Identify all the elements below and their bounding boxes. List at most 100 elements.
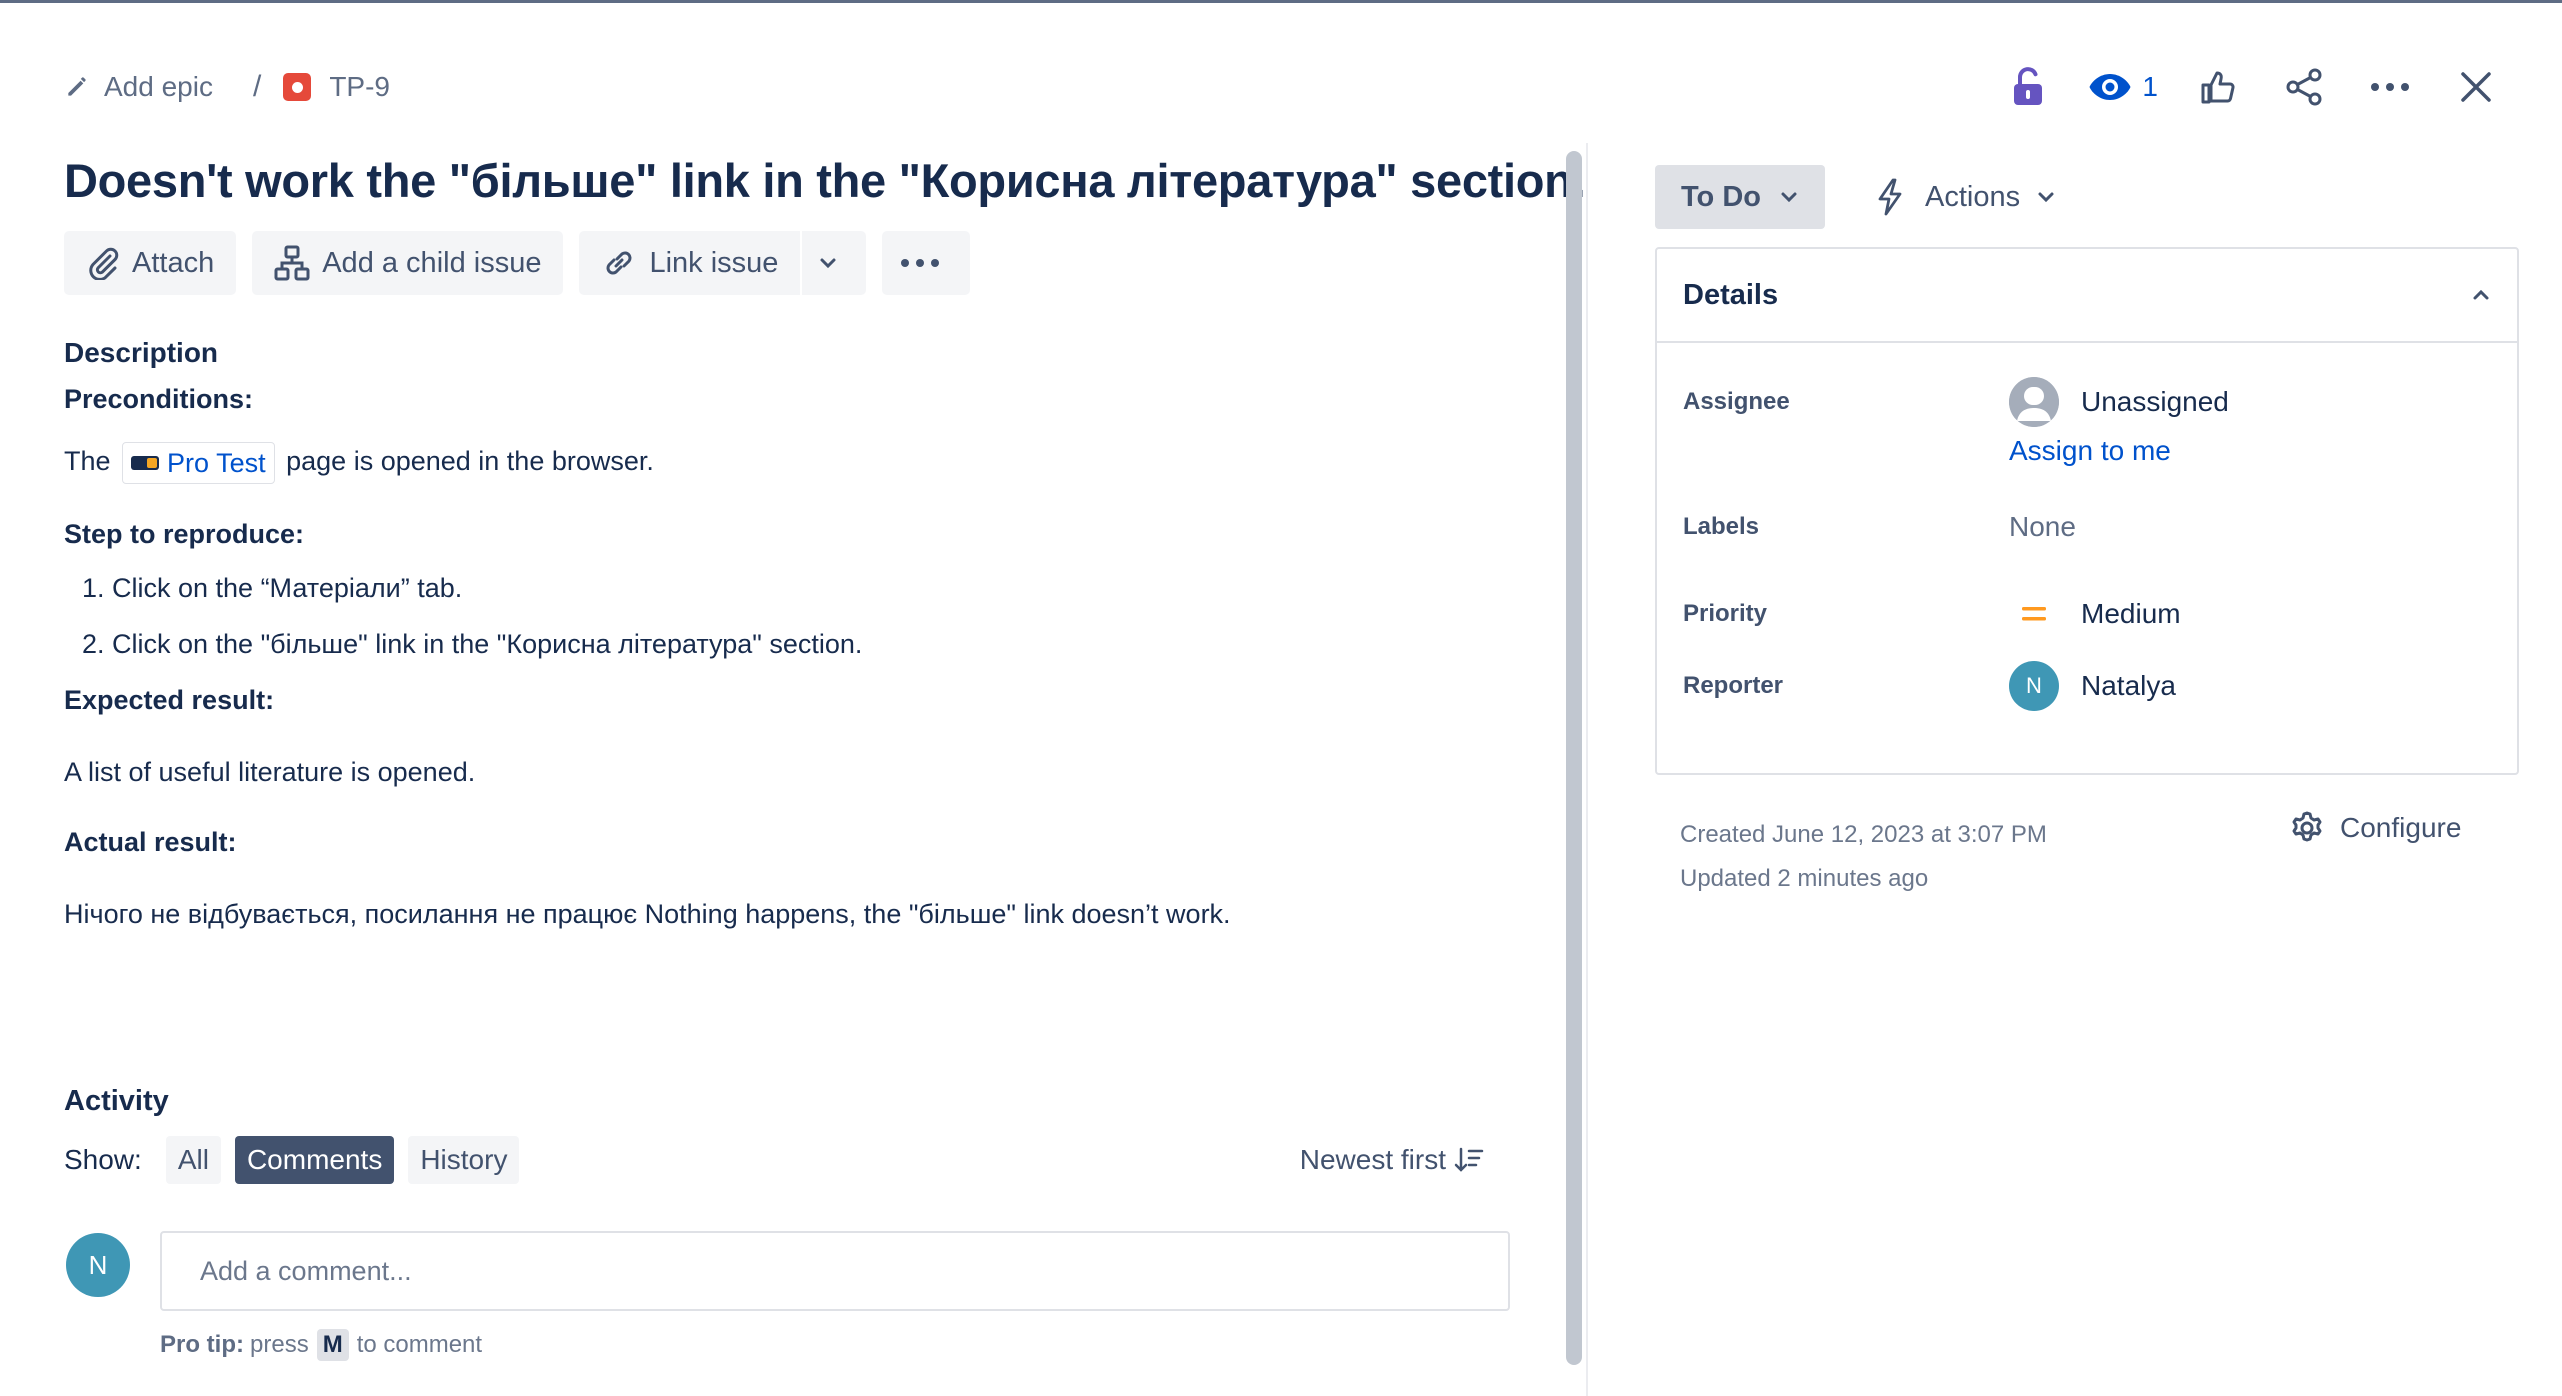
actual-heading: Actual result: [64, 827, 237, 858]
assignee-name: Unassigned [2081, 386, 2229, 417]
gear-icon [2292, 811, 2322, 842]
actual-text: Нічого не відбувається, посилання не пра… [64, 899, 1231, 930]
avatar: N [2009, 661, 2059, 711]
sort-label: Newest first [1299, 1144, 1446, 1175]
thumbs-up-icon [2201, 71, 2235, 104]
user-placeholder-icon [2009, 377, 2059, 427]
pro-test-link-label: Pro Test [167, 448, 266, 479]
list-item: Click on the “Матеріали” tab. [112, 568, 1514, 608]
description-heading: Description [64, 337, 219, 369]
add-child-label: Add a child issue [322, 246, 542, 279]
scrollbar-thumb[interactable] [1566, 151, 1582, 1365]
status-row: To Do Actions [1655, 165, 2080, 229]
chevron-up-icon [2473, 289, 2489, 300]
link-issue-button[interactable]: Link issue [579, 231, 801, 296]
details-header[interactable]: Details [1657, 249, 2517, 343]
priority-medium-icon [2009, 604, 2059, 624]
add-child-issue-button[interactable]: Add a child issue [252, 231, 564, 296]
link-issue-dropdown[interactable] [802, 231, 867, 296]
activity-heading: Activity [64, 1085, 169, 1117]
chevron-down-icon [820, 258, 836, 269]
labels-label: Labels [1683, 513, 1760, 540]
watch-count: 1 [2142, 71, 2158, 102]
share-icon [2286, 68, 2322, 106]
attach-button[interactable]: Attach [64, 231, 237, 296]
watch-button[interactable]: 1 [2088, 61, 2158, 113]
sort-descending-icon [1454, 1147, 1484, 1172]
actions-label: Actions [1925, 180, 2021, 213]
configure-label: Configure [2340, 812, 2462, 843]
details-panel: Details Assignee Unassigned Assign to me… [1655, 247, 2519, 775]
comment-composer: N [66, 1233, 130, 1297]
reporter-value[interactable]: N Natalya [2009, 661, 2176, 711]
show-label: Show: [64, 1144, 142, 1175]
chevron-down-icon [1781, 192, 1797, 203]
issue-main-content: Doesn't work the "більше" link in the "К… [64, 153, 1586, 934]
avatar: N [66, 1233, 130, 1297]
assignee-field: Assignee Unassigned [1683, 377, 2229, 427]
hierarchy-icon [274, 245, 310, 281]
steps-list: Click on the “Матеріали” tab. Click on t… [64, 568, 1514, 664]
priority-label: Priority [1683, 600, 1768, 627]
filter-history[interactable]: History [408, 1136, 520, 1184]
comment-input[interactable] [160, 1231, 1510, 1311]
updated-date: Updated 2 minutes ago [1680, 865, 1929, 892]
paperclip-icon [89, 248, 119, 281]
filter-comments[interactable]: Comments [234, 1136, 395, 1184]
site-favicon-icon [131, 456, 160, 471]
add-epic-link[interactable]: Add epic [104, 71, 213, 103]
status-label: To Do [1681, 180, 1761, 213]
steps-heading: Step to reproduce: [64, 519, 305, 550]
sort-button[interactable]: Newest first [1300, 1144, 1484, 1176]
expected-heading: Expected result: [64, 685, 275, 716]
preconditions-text: The Pro Test page is opened in the brows… [64, 441, 1514, 485]
breadcrumb: Add epic / TP-9 [64, 65, 390, 109]
toolbar-more-button[interactable] [882, 231, 971, 296]
breadcrumb-separator: / [252, 70, 262, 103]
restrictions-button[interactable] [2002, 61, 2054, 113]
description[interactable]: Description Preconditions: The Pro Test … [64, 337, 1514, 934]
details-heading: Details [1683, 278, 1779, 311]
more-actions-button[interactable] [2364, 61, 2416, 113]
issue-dates: Created June 12, 2023 at 3:07 PM Updated… [1680, 813, 2047, 901]
pro-tip: Pro tip: press M to comment [160, 1329, 482, 1361]
attach-label: Attach [132, 246, 215, 279]
status-dropdown-button[interactable]: To Do [1655, 165, 1825, 229]
assignee-value[interactable]: Unassigned [2009, 377, 2229, 427]
eye-icon [2089, 74, 2131, 100]
chevron-down-icon [2038, 192, 2054, 203]
priority-field: Priority Medium [1683, 589, 2181, 639]
list-item: Click on the "більше" link in the "Корис… [112, 624, 1514, 664]
keyboard-shortcut-key: M [316, 1329, 349, 1361]
reporter-field: Reporter N Natalya [1683, 661, 2176, 711]
activity-filter-row: Show: All Comments History Newest first [64, 1135, 1484, 1185]
priority-value[interactable]: Medium [2009, 589, 2181, 639]
labels-value[interactable]: None [2009, 507, 2076, 547]
more-horizontal-icon [901, 259, 940, 268]
vote-button[interactable] [2192, 61, 2244, 113]
filter-all[interactable]: All [165, 1136, 221, 1184]
priority-name: Medium [2081, 598, 2181, 629]
assignee-label: Assignee [1683, 388, 1790, 415]
issue-key-link[interactable]: TP-9 [329, 71, 390, 103]
actions-dropdown-button[interactable]: Actions [1851, 165, 2080, 229]
configure-button[interactable]: Configure [2288, 809, 2461, 847]
more-horizontal-icon [2371, 83, 2409, 91]
expected-text: A list of useful literature is opened. [64, 757, 476, 788]
pro-tip-post: to comment [356, 1331, 483, 1358]
preconditions-heading: Preconditions: [64, 384, 254, 415]
created-date: Created June 12, 2023 at 3:07 PM [1680, 821, 2047, 848]
assign-to-me-link[interactable]: Assign to me [2009, 435, 2171, 467]
pro-tip-pre: press [250, 1331, 309, 1358]
close-button[interactable] [2450, 61, 2502, 113]
pro-test-smart-link[interactable]: Pro Test [122, 442, 275, 485]
reporter-label: Reporter [1683, 672, 1784, 699]
labels-field: Labels None [1683, 507, 2076, 547]
issue-toolbar: Attach Add a child issue Link issue [64, 231, 1514, 296]
share-button[interactable] [2278, 61, 2330, 113]
issue-title[interactable]: Doesn't work the "більше" link in the "К… [64, 153, 1586, 209]
reporter-name: Natalya [2081, 670, 2176, 701]
pre-text-after: page is opened in the browser. [286, 446, 654, 477]
issue-header-actions: 1 [1968, 61, 2502, 113]
lock-open-icon [2014, 67, 2043, 105]
